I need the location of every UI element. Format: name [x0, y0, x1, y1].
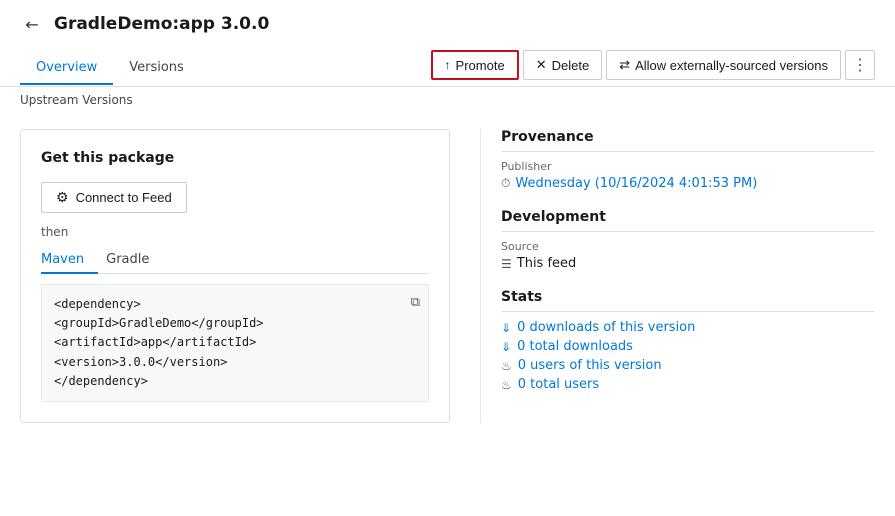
then-label: then [41, 225, 429, 239]
delete-icon: ✕ [536, 57, 547, 73]
tab-overview[interactable]: Overview [20, 52, 113, 85]
publisher-date: Wednesday (10/16/2024 4:01:53 PM) [515, 176, 757, 191]
allow-external-label: Allow externally-sourced versions [635, 58, 828, 73]
download-icon: ⇓ [501, 321, 511, 335]
tab-gradle[interactable]: Gradle [106, 247, 163, 274]
tab-maven[interactable]: Maven [41, 247, 98, 274]
provenance-section: Provenance Publisher ⏱ Wednesday (10/16/… [501, 129, 875, 191]
download-total-icon: ⇓ [501, 340, 511, 354]
source-text: This feed [517, 256, 577, 271]
delete-label: Delete [552, 58, 590, 73]
connect-label: Connect to Feed [76, 190, 172, 205]
stats-title: Stats [501, 289, 875, 312]
code-block: ⧉ <dependency> <groupId>GradleDemo</grou… [41, 284, 429, 402]
development-title: Development [501, 209, 875, 232]
source-value: ☰ This feed [501, 256, 875, 271]
users-total-icon: ♨ [501, 378, 512, 392]
card-title: Get this package [41, 150, 429, 166]
stat-users-version: ♨ 0 users of this version [501, 358, 875, 373]
left-panel: Get this package ⚙ Connect to Feed then … [20, 129, 480, 423]
promote-label: Promote [456, 58, 505, 73]
main-tabs: Overview Versions [20, 52, 200, 84]
more-icon: ⋮ [852, 55, 868, 75]
header: ← GradleDemo:app 3.0.0 [0, 0, 895, 44]
toolbar-area: Overview Versions ↑ Promote ✕ Delete ⇄ A… [0, 44, 895, 87]
clock-icon: ⏱ [501, 176, 510, 191]
development-section: Development Source ☰ This feed [501, 209, 875, 271]
back-button[interactable]: ← [20, 12, 44, 36]
provenance-title: Provenance [501, 129, 875, 152]
code-tabs: Maven Gradle [41, 247, 429, 274]
copy-icon[interactable]: ⧉ [411, 293, 420, 314]
delete-button[interactable]: ✕ Delete [523, 50, 602, 80]
publisher-label: Publisher [501, 160, 875, 173]
code-content: <dependency> <groupId>GradleDemo</groupI… [54, 295, 416, 391]
right-panel: Provenance Publisher ⏱ Wednesday (10/16/… [480, 129, 875, 423]
tab-versions[interactable]: Versions [113, 52, 200, 85]
source-label: Source [501, 240, 875, 253]
page-title: GradleDemo:app 3.0.0 [54, 14, 269, 34]
connect-to-feed-button[interactable]: ⚙ Connect to Feed [41, 182, 187, 213]
allow-external-icon: ⇄ [619, 57, 630, 73]
stat-total-downloads: ⇓ 0 total downloads [501, 339, 875, 354]
toolbar-actions: ↑ Promote ✕ Delete ⇄ Allow externally-so… [431, 50, 875, 86]
get-package-card: Get this package ⚙ Connect to Feed then … [20, 129, 450, 423]
feed-icon: ☰ [501, 257, 512, 271]
upstream-label: Upstream Versions [0, 87, 895, 117]
users-icon: ♨ [501, 359, 512, 373]
stat-downloads-version: ⇓ 0 downloads of this version [501, 320, 875, 335]
stats-section: Stats ⇓ 0 downloads of this version ⇓ 0 … [501, 289, 875, 392]
promote-button[interactable]: ↑ Promote [431, 50, 519, 80]
content-area: Get this package ⚙ Connect to Feed then … [0, 117, 895, 435]
promote-icon: ↑ [445, 58, 451, 72]
connect-icon: ⚙ [56, 189, 69, 206]
more-options-button[interactable]: ⋮ [845, 50, 875, 80]
allow-external-button[interactable]: ⇄ Allow externally-sourced versions [606, 50, 841, 80]
publisher-value: ⏱ Wednesday (10/16/2024 4:01:53 PM) [501, 176, 875, 191]
stat-total-users: ♨ 0 total users [501, 377, 875, 392]
